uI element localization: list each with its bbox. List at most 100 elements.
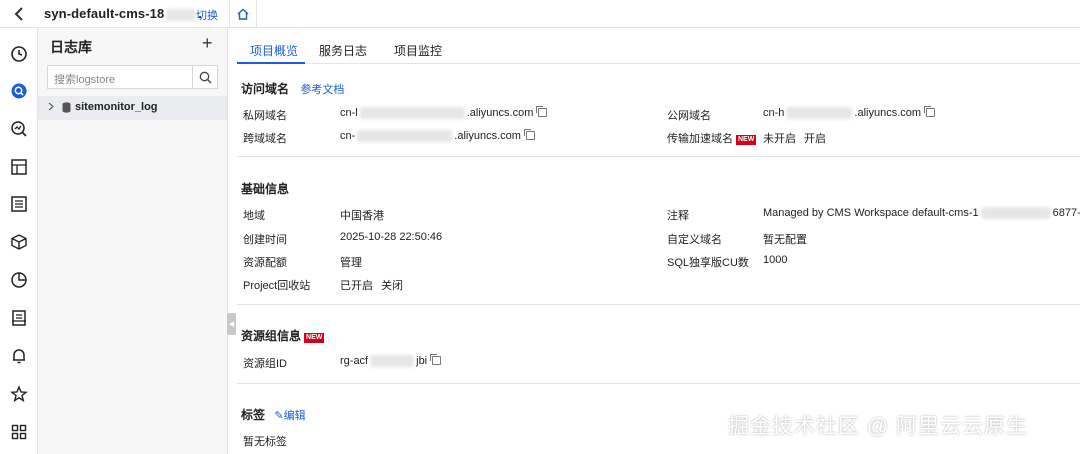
back-arrow-icon[interactable] [10,5,28,23]
note-suffix: 6877-cn-... [1052,207,1080,219]
redacted-mask [980,207,1051,220]
cross-domain-label: 跨域域名 [243,133,287,145]
copy-icon[interactable] [924,106,936,117]
disable-recycle-link[interactable]: 关闭 [381,277,403,293]
logstore-search-input[interactable]: 搜索logstore [47,65,218,89]
home-icon [237,8,249,20]
note-label: 注释 [667,210,689,222]
star-icon[interactable] [9,384,29,404]
basic-section-title: 基础信息 [241,182,290,196]
edit-icon: ✎ [274,410,284,422]
sidebar-collapse-handle[interactable]: ◀ [227,313,236,335]
public-domain-label: 公网域名 [667,110,711,122]
copy-icon[interactable] [536,106,548,117]
log-search-icon[interactable] [9,81,29,101]
recycle-bin-status: 已开启 [340,280,373,292]
query-icon[interactable] [9,119,29,139]
project-name: syn-default-cms-18. [44,6,202,21]
note-value: Managed by CMS Workspace default-cms-1 68… [763,207,1080,220]
tab-bar: 项目概览 服务日志 项目监控 [237,28,1080,64]
domain-section-title: 访问域名 参考文档 [241,80,344,97]
new-badge: NEW [736,135,757,145]
tab-monitoring[interactable]: 项目监控 [394,42,442,59]
redacted-mask [370,355,415,368]
redacted-mask [357,130,453,143]
edit-tags-button[interactable]: ✎编辑 [274,410,305,422]
redacted-mask [786,107,853,120]
sidebar-title: 日志库 [50,39,92,55]
cross-domain-suffix: .aliyuncs.com [454,130,521,142]
private-domain-value: cn-l .aliyuncs.com [340,106,548,120]
quota-label: 资源配额 [243,257,287,269]
grid-icon[interactable] [9,422,29,442]
cross-domain-prefix: cn- [340,130,356,142]
note-prefix: Managed by CMS Workspace default-cms-1 [763,207,979,219]
logstore-sidebar: 日志库 + 搜索logstore sitemonitor_log [38,28,228,454]
accel-domain-label-text: 传输加速域名 [667,133,733,145]
private-domain-suffix: .aliyuncs.com [466,107,534,119]
divider [237,156,1080,157]
pie-chart-icon[interactable] [9,270,29,290]
enable-accel-link[interactable]: 开启 [804,130,826,146]
new-badge: NEW [304,333,325,343]
divider [237,383,1080,384]
accel-domain-label: 传输加速域名 NEW [667,130,757,146]
created-label: 创建时间 [243,234,287,246]
edit-tags-label: 编辑 [283,410,306,422]
custom-domain-value: 暂无配置 [763,234,807,246]
public-domain-value: cn-h .aliyuncs.com [763,106,936,120]
reference-doc-link[interactable]: 参考文档 [300,84,344,96]
no-tags-text: 暂无标签 [243,436,287,448]
private-domain-prefix: cn-l [340,107,358,119]
search-icon[interactable] [192,66,217,88]
redacted-mask [166,8,197,21]
logstore-name: sitemonitor_log [75,101,158,113]
active-tab-indicator [237,62,305,64]
public-domain-suffix: .aliyuncs.com [854,107,922,119]
box-icon[interactable] [9,232,29,252]
project-name-prefix: syn-default-cms-18 [44,6,165,21]
icon-rail [0,28,38,454]
list-item[interactable]: sitemonitor_log [38,96,227,120]
tags-section-heading: 标签 [241,408,266,422]
accel-status: 未开启 [763,133,796,145]
dashboard-icon[interactable] [9,157,29,177]
watermark: 掘金技术社区 @ 阿里云云原生 [728,415,1028,438]
list-icon[interactable] [9,194,29,214]
copy-icon[interactable] [430,354,442,365]
top-bar: syn-default-cms-18. 切换 [0,0,1080,28]
search-placeholder: 搜索logstore [54,74,116,86]
custom-domain-label: 自定义域名 [667,234,722,246]
copy-icon[interactable] [523,129,535,140]
tags-section-title: 标签 ✎编辑 [241,406,306,423]
resource-section-heading: 资源组信息 [241,329,302,343]
add-logstore-button[interactable]: + [202,34,213,52]
sql-cu-label: SQL独享版CU数 [667,257,749,269]
tab-overview[interactable]: 项目概览 [250,42,298,59]
resource-id-prefix: rg-acf [340,355,369,367]
recycle-bin-label: Project回收站 [243,280,311,292]
cross-domain-value: cn- .aliyuncs.com [340,129,535,143]
resource-id-suffix: jbi [416,355,428,367]
bell-icon[interactable] [9,346,29,366]
resource-group-id-label: 资源组ID [243,358,287,370]
clock-icon[interactable] [9,44,29,64]
domain-section-heading: 访问域名 [241,82,290,96]
private-domain-label: 私网域名 [243,110,287,122]
switch-project-link[interactable]: 切换 [196,7,218,23]
created-value: 2025-10-28 22:50:46 [340,231,443,243]
report-icon[interactable] [9,308,29,328]
chevron-right-icon[interactable] [48,102,54,113]
home-tab[interactable] [229,0,257,28]
sql-cu-value: 1000 [763,254,788,266]
database-icon [62,102,71,116]
redacted-mask [359,107,465,120]
manage-quota-link[interactable]: 管理 [340,254,362,270]
public-domain-prefix: cn-h [763,107,785,119]
region-label: 地域 [243,210,265,222]
divider [237,304,1080,305]
resource-section-title: 资源组信息 NEW [241,327,325,344]
tab-service-logs[interactable]: 服务日志 [319,42,367,59]
region-value: 中国香港 [340,210,384,222]
app-root: syn-default-cms-18. 切换 日志库 + 搜索logstore … [0,0,1080,454]
